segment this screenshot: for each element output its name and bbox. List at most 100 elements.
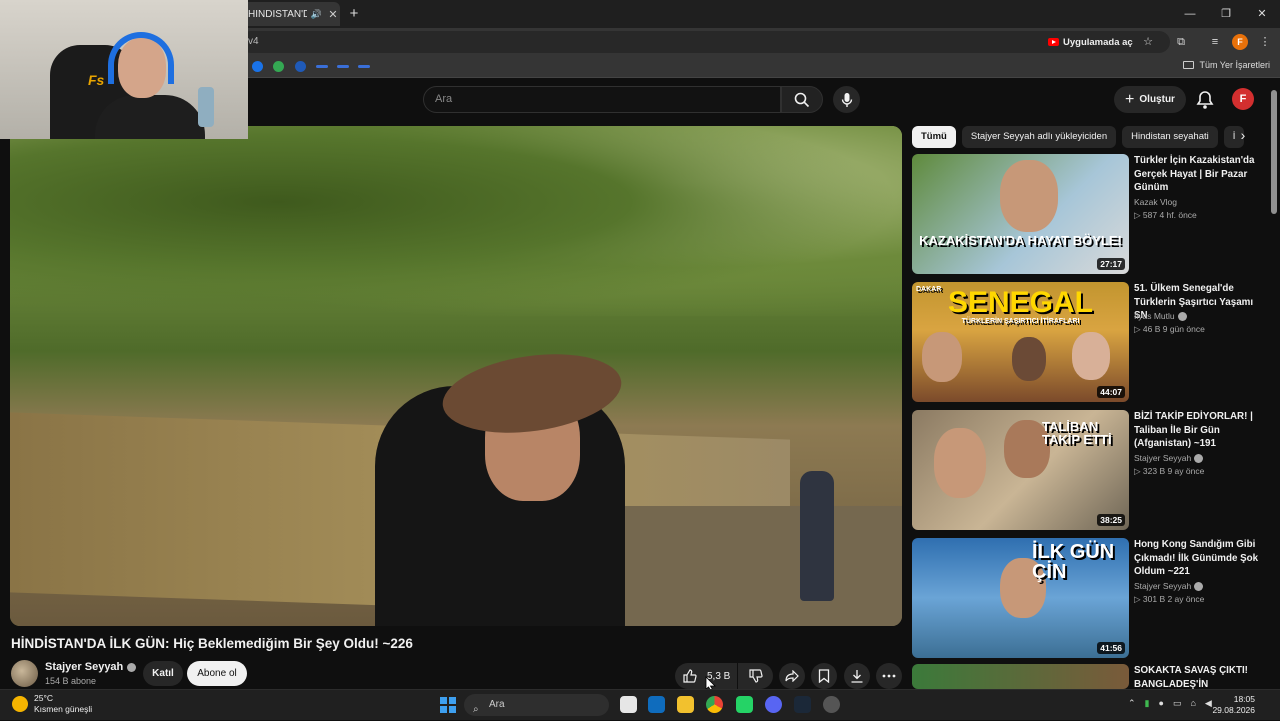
outlook-icon[interactable] <box>648 696 665 713</box>
extensions-icon[interactable]: ⧉ <box>1173 34 1189 50</box>
folder-icon <box>1183 61 1195 69</box>
subscribe-button[interactable]: Abone ol <box>187 661 247 686</box>
all-bookmarks-label: Tüm Yer İşaretleri <box>1199 60 1270 70</box>
channel-name[interactable]: Stajyer Seyyah <box>45 661 137 673</box>
recommendation-channel-text: Kazak Vlog <box>1134 197 1177 207</box>
search-button[interactable] <box>781 86 823 113</box>
display-icon[interactable]: ▭ <box>1173 698 1182 709</box>
close-window-button[interactable]: ✕ <box>1244 0 1280 28</box>
recommendation-channel-text: Stajyer Seyyah <box>1134 453 1192 463</box>
recommendation-meta: ▷ 323 B 9 ay önce <box>1134 466 1205 476</box>
bookmark-icon[interactable] <box>358 65 370 68</box>
dislike-button[interactable] <box>738 663 773 689</box>
bookmark-icon[interactable] <box>337 65 349 68</box>
menu-icon[interactable]: ⋮ <box>1257 34 1273 50</box>
save-button[interactable] <box>811 663 837 689</box>
address-bar[interactable]: v4 <box>240 31 1170 53</box>
search-input[interactable]: Ara <box>423 86 781 113</box>
recommendation-title[interactable]: SOKAKTA SAVAŞ ÇIKTI! BANGLADEŞ'İN <box>1134 664 1262 689</box>
channel-avatar[interactable] <box>11 660 38 687</box>
security-icon[interactable]: ▮ <box>1145 698 1150 709</box>
browser-tab[interactable]: HİNDİSTAN'DA İLK GÜN: Hi 🔊 ✕ <box>240 2 340 26</box>
plus-icon: + <box>1125 90 1135 108</box>
bookmark-icon[interactable] <box>252 61 263 72</box>
page-scrollbar[interactable] <box>1271 90 1277 214</box>
volume-icon[interactable]: ◀ <box>1205 698 1212 709</box>
video-thumbnail[interactable]: İLK GÜN ÇİN 41:56 <box>912 538 1129 658</box>
clock-time: 18:05 <box>1233 694 1255 704</box>
recommendation-item[interactable]: TALİBAN TAKİP ETTİ 38:25 BİZİ TAKİP EDİY… <box>912 410 1262 530</box>
recommendation-item[interactable]: SOKAKTA SAVAŞ ÇIKTI! BANGLADEŞ'İN <box>912 664 1262 689</box>
recommendation-channel[interactable]: Stajyer Seyyah <box>1134 581 1204 591</box>
steam-icon[interactable] <box>794 696 811 713</box>
thumbnail-face <box>922 332 962 382</box>
open-in-app-button[interactable]: Uygulamada aç <box>1048 33 1133 51</box>
create-button[interactable]: + Oluştur <box>1114 86 1186 113</box>
speaker-icon[interactable]: 🔊 <box>311 9 322 20</box>
network-icon[interactable]: ⌂ <box>1190 698 1195 709</box>
recommendation-channel[interactable]: Kazak Vlog <box>1134 197 1177 207</box>
download-icon <box>851 670 863 683</box>
recommendation-title[interactable]: Türkler İçin Kazakistan'da Gerçek Hayat … <box>1134 154 1262 195</box>
windows-start-icon[interactable] <box>440 697 456 713</box>
all-bookmarks-button[interactable]: Tüm Yer İşaretleri <box>1183 60 1270 70</box>
recommendation-channel-text: İlyas Mutlu <box>1134 311 1175 321</box>
media-icon[interactable]: ≡ <box>1207 34 1223 50</box>
share-button[interactable] <box>779 663 805 689</box>
weather-description: Kısmen güneşli <box>34 704 93 714</box>
search-icon <box>794 92 810 107</box>
maximize-button[interactable]: ❐ <box>1208 0 1244 28</box>
minimize-button[interactable]: — <box>1172 0 1208 28</box>
video-thumbnail[interactable]: TALİBAN TAKİP ETTİ 38:25 <box>912 410 1129 530</box>
system-tray: ⌃ ▮ ● ▭ ⌂ ◀ <box>1128 698 1212 709</box>
recommendation-channel[interactable]: Stajyer Seyyah <box>1134 453 1204 463</box>
chevron-up-icon[interactable]: ⌃ <box>1128 698 1136 709</box>
new-tab-icon[interactable]: + <box>346 5 362 22</box>
video-duration: 38:25 <box>1097 514 1125 526</box>
video-player[interactable] <box>10 126 902 626</box>
recommendation-item[interactable]: DAKAR SENEGAL TÜRKLERİN ŞAŞIRTICI İTİRAF… <box>912 282 1262 402</box>
webcam-overlay: Fs <box>0 0 248 139</box>
taskbar-search[interactable]: ⌕ Ara <box>464 694 609 716</box>
bookmark-icon[interactable] <box>295 61 306 72</box>
recommendation-title[interactable]: BİZİ TAKİP EDİYORLAR! | Taliban İle Bir … <box>1134 410 1262 451</box>
thumbnail-caption: KAZAKİSTAN'DA HAYAT BÖYLE! <box>912 234 1129 247</box>
chip-from-uploader[interactable]: Stajyer Seyyah adlı yükleyiciden <box>961 126 1117 148</box>
join-button[interactable]: Katıl <box>143 661 183 686</box>
profile-icon[interactable]: F <box>1232 34 1248 50</box>
chrome-icon[interactable] <box>706 696 723 713</box>
recommendation-item[interactable]: KAZAKİSTAN'DA HAYAT BÖYLE! 27:17 Türkler… <box>912 154 1262 274</box>
download-button[interactable] <box>844 663 870 689</box>
account-avatar[interactable]: F <box>1232 88 1254 110</box>
bookmark-icon[interactable] <box>316 65 328 68</box>
thumbnail-caption: SENEGAL <box>947 286 1094 319</box>
task-view-icon[interactable] <box>620 696 637 713</box>
notifications-bell-icon[interactable] <box>1195 90 1215 110</box>
verified-icon <box>1194 581 1204 591</box>
chip-india-travel[interactable]: Hindistan seyahati <box>1122 126 1218 148</box>
file-explorer-icon[interactable] <box>677 696 694 713</box>
recommendation-title[interactable]: Hong Kong Sandığım Gibi Çıkmadı! İlk Gün… <box>1134 538 1262 579</box>
discord-icon[interactable] <box>765 696 782 713</box>
video-thumbnail[interactable] <box>912 664 1129 689</box>
whatsapp-icon[interactable] <box>736 696 753 713</box>
webcam-streamer-body <box>95 95 205 139</box>
microphone-tray-icon[interactable]: ● <box>1159 698 1164 709</box>
chip-all[interactable]: Tümü <box>912 126 956 148</box>
bookmark-icon[interactable] <box>273 61 284 72</box>
recommendation-channel[interactable]: İlyas Mutlu <box>1134 311 1187 321</box>
recommendation-item[interactable]: İLK GÜN ÇİN 41:56 Hong Kong Sandığım Gib… <box>912 538 1262 658</box>
more-actions-button[interactable] <box>876 663 902 689</box>
voice-search-button[interactable] <box>833 86 860 113</box>
temperature: 25°C <box>34 693 53 703</box>
chevron-right-icon[interactable]: › <box>1234 127 1252 147</box>
video-thumbnail[interactable]: KAZAKİSTAN'DA HAYAT BÖYLE! 27:17 <box>912 154 1129 274</box>
video-thumbnail[interactable]: DAKAR SENEGAL TÜRKLERİN ŞAŞIRTICI İTİRAF… <box>912 282 1129 402</box>
taskbar-clock[interactable]: 18:05 29.08.2026 <box>1212 694 1255 716</box>
close-tab-icon[interactable]: ✕ <box>326 8 340 21</box>
app-icon[interactable] <box>823 696 840 713</box>
youtube-icon <box>1048 38 1059 46</box>
weather-widget[interactable]: 25°C Kısmen güneşli <box>12 693 92 715</box>
search-placeholder: Ara <box>435 93 453 105</box>
star-icon[interactable]: ☆ <box>1140 34 1156 50</box>
